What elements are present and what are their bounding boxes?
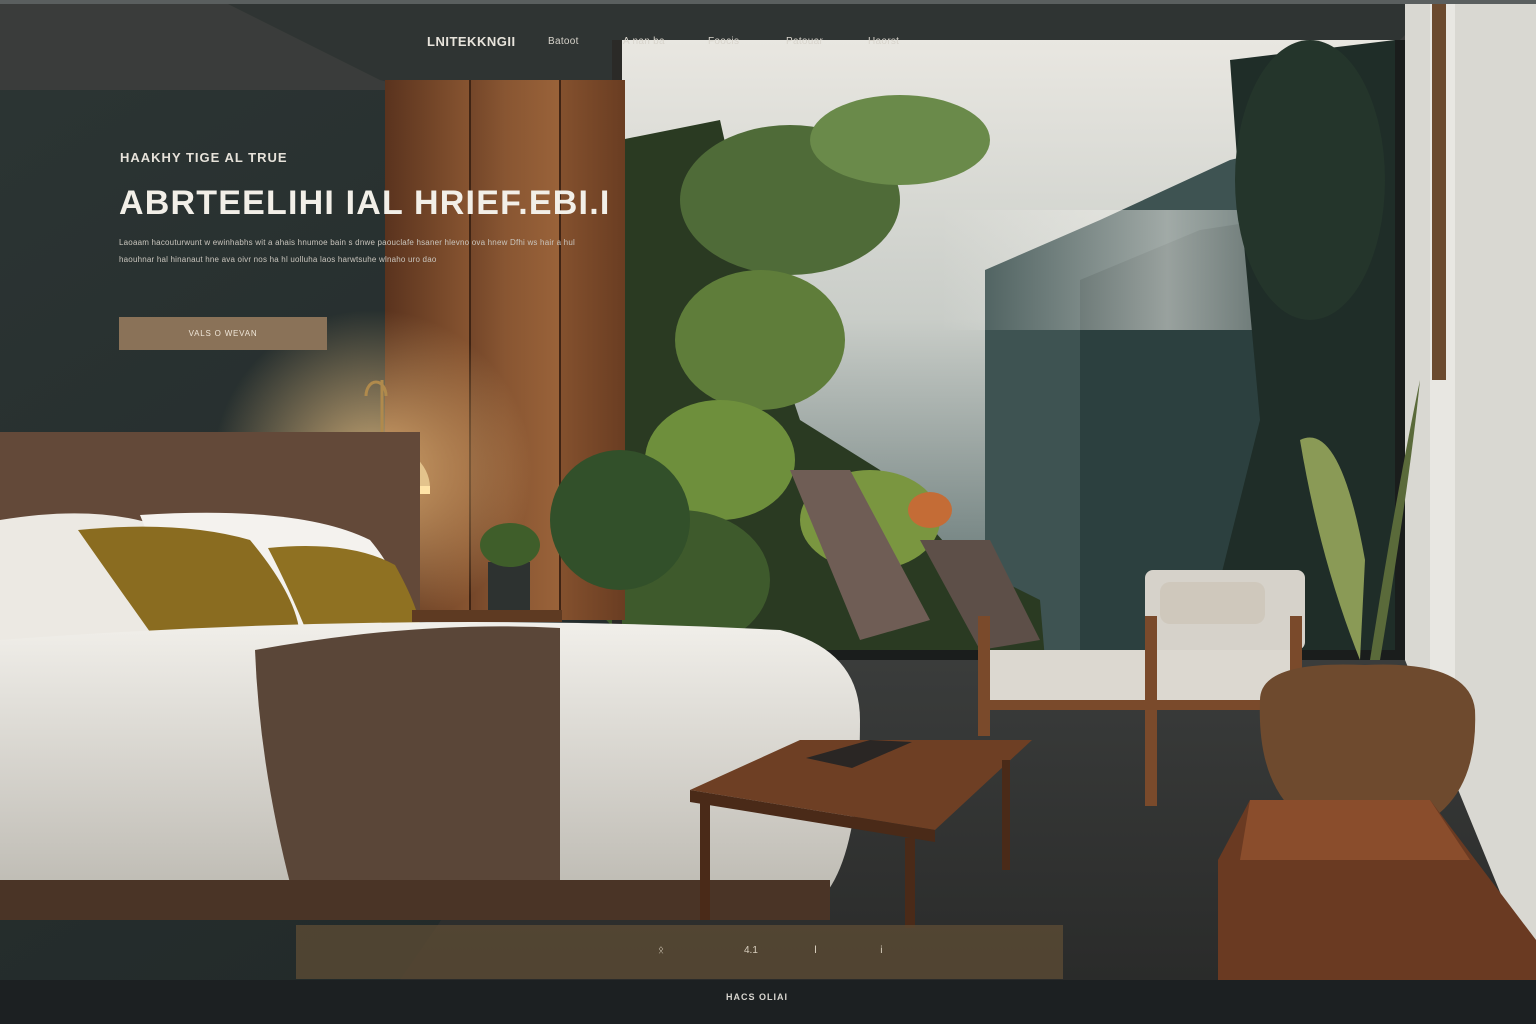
footer-text[interactable]: HACS OLIAI <box>726 992 788 1002</box>
bar-item-3[interactable]: Ⅰ <box>814 945 817 956</box>
main-nav: LNITEKKNGII Batoot A nan ba Foocis Patou… <box>0 34 1536 54</box>
bar-item-1[interactable]: ᛟ <box>658 945 664 956</box>
footer: HACS OLIAI <box>0 980 1536 1024</box>
bottom-action-bar: ᛟ 4.1 Ⅰ ⅰ <box>296 925 1063 979</box>
nav-item-2[interactable]: A nan ba <box>623 36 665 47</box>
hero-eyebrow: HAAKHY TIGE AL TRUE <box>120 150 288 165</box>
nav-item-3[interactable]: Foocis <box>708 36 739 47</box>
hero-title: ABRTEELIHI IAL HRIEF.EBI.I <box>119 184 611 222</box>
page: LNITEKKNGII Batoot A nan ba Foocis Patou… <box>0 0 1536 1024</box>
brand-logo[interactable]: LNITEKKNGII <box>427 34 516 49</box>
hero-description: Laoaam hacouturwunt w ewinhabhs wit a ah… <box>119 238 575 264</box>
bar-item-4[interactable]: ⅰ <box>880 945 883 956</box>
nav-item-4[interactable]: Patouar <box>786 36 823 47</box>
nav-item-5[interactable]: Haorst <box>868 36 899 47</box>
hotel-room-hero-image <box>0 0 1536 980</box>
bar-item-2[interactable]: 4.1 <box>744 945 758 956</box>
top-strip <box>0 0 1536 4</box>
nav-item-1[interactable]: Batoot <box>548 36 579 47</box>
hero-cta-button[interactable]: VALS O WEVAN <box>119 317 327 350</box>
